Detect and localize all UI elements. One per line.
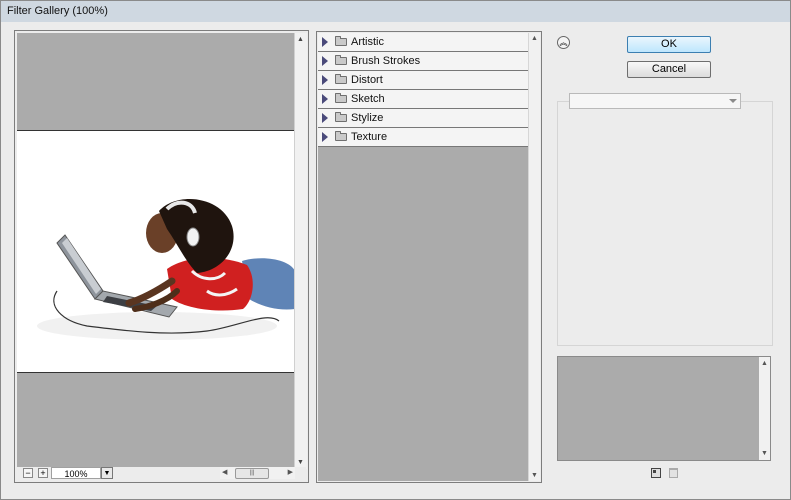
preview-horizontal-scrollbar[interactable]: ◀ ||| ▶ xyxy=(220,467,295,479)
filter-category-label: Texture xyxy=(351,131,388,143)
window-title: Filter Gallery (100%) xyxy=(7,5,108,17)
scroll-up-icon[interactable]: ▲ xyxy=(297,36,304,43)
preview-zoom-bar: − + 100% ▼ ◀ ||| ▶ xyxy=(17,467,306,480)
zoom-level-field[interactable]: 100% xyxy=(51,467,101,479)
scroll-right-icon[interactable]: ▶ xyxy=(288,468,293,476)
folder-icon xyxy=(335,36,347,46)
filter-list-empty-area xyxy=(318,147,529,481)
filter-categories-pane: Artistic Brush Strokes Distort Sketch St… xyxy=(316,31,542,483)
expand-arrow-icon[interactable] xyxy=(322,75,328,85)
filter-category-label: Sketch xyxy=(351,93,385,105)
scroll-down-icon[interactable]: ▼ xyxy=(297,459,304,466)
folder-icon xyxy=(335,131,347,141)
scroll-up-icon[interactable]: ▲ xyxy=(761,360,768,367)
scroll-left-icon[interactable]: ◀ xyxy=(222,468,227,476)
filter-category-texture[interactable]: Texture xyxy=(318,128,529,147)
expand-arrow-icon[interactable] xyxy=(322,94,328,104)
filter-category-sketch[interactable]: Sketch xyxy=(318,90,529,109)
zoom-out-button[interactable]: − xyxy=(23,468,33,478)
folder-icon xyxy=(335,55,347,65)
zoom-dropdown-button[interactable]: ▼ xyxy=(101,467,113,479)
double-chevron-up-icon: ︽ xyxy=(559,38,568,47)
scroll-down-icon[interactable]: ▼ xyxy=(761,450,768,457)
delete-effect-layer-icon[interactable] xyxy=(669,468,678,478)
expand-arrow-icon[interactable] xyxy=(322,132,328,142)
filter-category-label: Distort xyxy=(351,74,383,86)
title-bar[interactable]: Filter Gallery (100%) xyxy=(1,1,790,22)
filter-category-label: Brush Strokes xyxy=(351,55,421,67)
chevron-down-icon: ▼ xyxy=(103,470,111,477)
horizontal-scroll-thumb[interactable]: ||| xyxy=(235,468,269,479)
new-effect-layer-icon[interactable] xyxy=(651,468,661,478)
filter-settings-panel xyxy=(557,101,773,346)
collapse-panel-button[interactable]: ︽ xyxy=(557,36,570,49)
preview-pane: ▲ ▼ − + 100% ▼ ◀ ||| ▶ xyxy=(14,30,309,483)
filter-category-label: Artistic xyxy=(351,36,384,48)
layers-scrollbar[interactable]: ▲ ▼ xyxy=(759,357,770,460)
girl-with-laptop-photo xyxy=(37,199,295,340)
filter-category-brush-strokes[interactable]: Brush Strokes xyxy=(318,52,529,71)
effect-layers-list[interactable]: ▲ ▼ xyxy=(557,356,771,461)
filter-gallery-window: Filter Gallery (100%) ▲ ▼ − + 100% ▼ ◀ |… xyxy=(0,0,791,500)
ok-button[interactable]: OK xyxy=(627,36,711,53)
preview-vertical-scrollbar[interactable]: ▲ ▼ xyxy=(294,33,307,469)
filter-category-label: Stylize xyxy=(351,112,384,124)
filter-category-artistic[interactable]: Artistic xyxy=(318,33,529,52)
expand-arrow-icon[interactable] xyxy=(322,113,328,123)
expand-arrow-icon[interactable] xyxy=(322,37,328,47)
zoom-in-button[interactable]: + xyxy=(38,468,48,478)
filter-category-stylize[interactable]: Stylize xyxy=(318,109,529,128)
expand-arrow-icon[interactable] xyxy=(322,56,328,66)
filter-category-distort[interactable]: Distort xyxy=(318,71,529,90)
folder-icon xyxy=(335,93,347,103)
preview-image xyxy=(17,130,295,373)
cancel-button[interactable]: Cancel xyxy=(627,61,711,78)
filter-select-dropdown[interactable] xyxy=(569,93,741,109)
dialog-body: ▲ ▼ − + 100% ▼ ◀ ||| ▶ Artistic Brush St… xyxy=(1,22,790,499)
chevron-down-icon xyxy=(729,99,737,103)
folder-icon xyxy=(335,112,347,122)
folder-icon xyxy=(335,74,347,84)
filter-list-scrollbar[interactable]: ▲ ▼ xyxy=(528,33,540,481)
scroll-up-icon[interactable]: ▲ xyxy=(531,35,538,42)
scroll-down-icon[interactable]: ▼ xyxy=(531,472,538,479)
preview-canvas[interactable] xyxy=(17,33,295,469)
filter-category-list: Artistic Brush Strokes Distort Sketch St… xyxy=(318,33,529,147)
